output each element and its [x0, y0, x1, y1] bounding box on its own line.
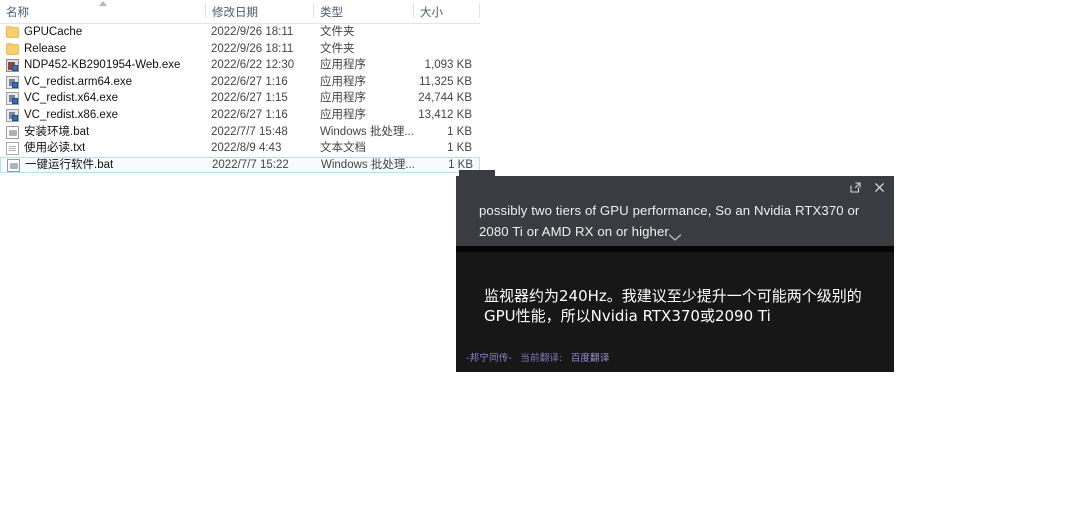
footer-label: 当前翻译: — [520, 353, 563, 364]
installer-icon — [6, 92, 19, 106]
file-size: 1,093 KB — [424, 59, 472, 72]
panel-footer: -邦宁同传- 当前翻译: 百度翻译 — [466, 350, 610, 364]
file-type: 应用程序 — [320, 75, 366, 88]
footer-brand: -邦宁同传- — [466, 353, 513, 364]
folder-icon — [6, 26, 19, 38]
file-name: VC_redist.x64.exe — [24, 92, 118, 105]
table-row[interactable]: VC_redist.x86.exe 2022/6/27 1:16 应用程序 13… — [0, 107, 480, 124]
file-type: 文件夹 — [320, 42, 355, 55]
file-name: 一键运行软件.bat — [25, 158, 114, 171]
column-divider[interactable] — [205, 3, 206, 18]
translation-result-section: 监视器约为240Hz。我建议至少提升一个可能两个级别的GPU性能，所以Nvidi… — [456, 252, 894, 372]
file-size: 1 KB — [447, 142, 472, 155]
file-size: 13,412 KB — [418, 108, 472, 121]
file-type: 文本文档 — [320, 142, 366, 155]
installer-icon — [6, 59, 19, 73]
translated-text: 监视器约为240Hz。我建议至少提升一个可能两个级别的GPU性能，所以Nvidi… — [484, 287, 862, 325]
column-header-size[interactable]: 大小 — [420, 4, 443, 20]
column-divider[interactable] — [413, 3, 414, 18]
file-explorer-list: 名称 修改日期 类型 大小 GPUCache 2022/9/26 18:11 文… — [0, 0, 480, 178]
file-name: VC_redist.arm64.exe — [24, 75, 133, 88]
table-row[interactable]: 安装环境.bat 2022/7/7 15:48 Windows 批处理... 1… — [0, 124, 480, 141]
file-date: 2022/9/26 18:11 — [211, 42, 294, 55]
table-row[interactable]: VC_redist.x64.exe 2022/6/27 1:15 应用程序 24… — [0, 90, 480, 107]
file-type: 应用程序 — [320, 92, 366, 105]
file-date: 2022/7/7 15:22 — [212, 158, 289, 171]
file-name: NDP452-KB2901954-Web.exe — [24, 59, 181, 72]
table-row[interactable]: VC_redist.arm64.exe 2022/6/27 1:16 应用程序 … — [0, 74, 480, 91]
file-name: Release — [24, 42, 67, 55]
panel-toolbar — [849, 181, 886, 194]
text-file-icon — [6, 142, 19, 156]
column-header-type[interactable]: 类型 — [320, 4, 343, 20]
file-size: 1 KB — [447, 125, 472, 138]
table-row-selected[interactable]: 一键运行软件.bat 2022/7/7 15:22 Windows 批处理...… — [0, 156, 480, 174]
file-date: 2022/6/22 12:30 — [211, 59, 295, 72]
file-name: 安装环境.bat — [24, 125, 90, 138]
file-name: VC_redist.x86.exe — [24, 108, 118, 121]
file-date: 2022/6/27 1:16 — [211, 108, 288, 121]
column-divider[interactable] — [479, 3, 480, 18]
sort-ascending-caret-icon — [99, 0, 108, 6]
file-rows: GPUCache 2022/9/26 18:11 文件夹 Release 202… — [0, 24, 480, 174]
close-icon[interactable] — [873, 181, 886, 194]
column-header-row: 名称 修改日期 类型 大小 — [0, 0, 480, 24]
batch-file-icon — [7, 158, 20, 172]
folder-icon — [6, 42, 19, 55]
footer-engine[interactable]: 百度翻译 — [571, 353, 610, 364]
table-row[interactable]: NDP452-KB2901954-Web.exe 2022/6/22 12:30… — [0, 57, 480, 74]
batch-file-icon — [6, 125, 19, 139]
file-name: GPUCache — [24, 26, 83, 38]
installer-icon — [6, 108, 19, 122]
translation-overlay-panel: possibly two tiers of GPU performance, S… — [456, 176, 894, 372]
file-type: 文件夹 — [320, 26, 355, 38]
file-size: 11,325 KB — [419, 75, 472, 88]
chevron-down-icon[interactable] — [456, 230, 894, 244]
file-name: 使用必读.txt — [24, 142, 86, 155]
file-date: 2022/9/26 18:11 — [211, 26, 294, 38]
table-row[interactable]: 使用必读.txt 2022/8/9 4:43 文本文档 1 KB — [0, 140, 480, 157]
column-header-name[interactable]: 名称 — [6, 4, 29, 20]
file-date: 2022/7/7 15:48 — [211, 125, 288, 138]
file-size: 24,744 KB — [418, 92, 472, 105]
file-type: 应用程序 — [320, 59, 366, 72]
file-date: 2022/6/27 1:15 — [211, 92, 288, 105]
file-date: 2022/8/9 4:43 — [211, 142, 282, 155]
column-divider[interactable] — [313, 3, 314, 18]
open-in-new-window-icon[interactable] — [849, 181, 862, 194]
file-date: 2022/6/27 1:16 — [211, 75, 288, 88]
file-type: 应用程序 — [320, 108, 366, 121]
table-row[interactable]: GPUCache 2022/9/26 18:11 文件夹 — [0, 24, 480, 41]
table-row[interactable]: Release 2022/9/26 18:11 文件夹 — [0, 41, 480, 58]
translation-source-section: possibly two tiers of GPU performance, S… — [456, 176, 894, 246]
installer-icon — [6, 75, 19, 89]
column-header-date[interactable]: 修改日期 — [212, 4, 258, 20]
